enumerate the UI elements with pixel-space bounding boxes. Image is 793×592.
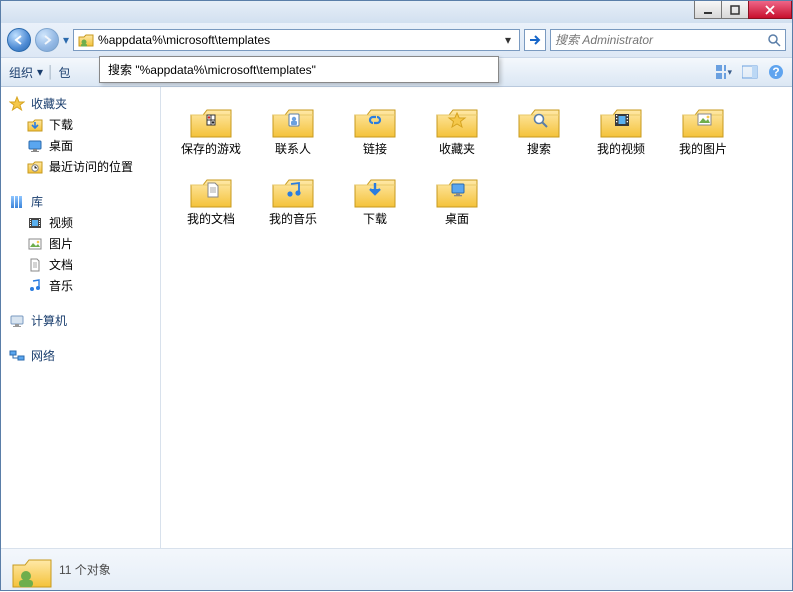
- include-button[interactable]: 包: [59, 64, 71, 81]
- folder-item[interactable]: 我的音乐: [257, 167, 329, 231]
- folder-grid: 保存的游戏 联系人 链接 收藏夹 搜索 我的视频 我的图片我的文档 我的音乐 下载 桌面: [175, 97, 778, 231]
- chevron-down-icon: ▾: [37, 65, 43, 79]
- sidebar: 收藏夹 下载 桌面 最近访问的位置 库: [1, 87, 161, 548]
- sidebar-item-downloads[interactable]: 下载: [1, 114, 160, 135]
- folder-label: 我的文档: [187, 213, 235, 227]
- folder-icon: [433, 101, 481, 141]
- folder-label: 链接: [363, 143, 387, 157]
- sidebar-head-libraries[interactable]: 库: [1, 191, 160, 212]
- help-button[interactable]: ?: [768, 64, 784, 80]
- organize-button[interactable]: 组织 ▾: [9, 64, 43, 81]
- search-icon: [767, 33, 781, 47]
- folder-icon: [433, 171, 481, 211]
- folder-item[interactable]: 桌面: [421, 167, 493, 231]
- computer-icon: [9, 313, 25, 329]
- address-bar[interactable]: ▾: [73, 29, 520, 51]
- network-icon: [9, 348, 25, 364]
- folder-icon: [187, 171, 235, 211]
- status-count: 11 个对象: [59, 561, 111, 578]
- sidebar-item-videos[interactable]: 视频: [1, 212, 160, 233]
- sidebar-item-music[interactable]: 音乐: [1, 275, 160, 296]
- sidebar-group-favorites: 收藏夹 下载 桌面 最近访问的位置: [1, 93, 160, 177]
- maximize-button[interactable]: [721, 1, 749, 19]
- body: 收藏夹 下载 桌面 最近访问的位置 库: [1, 87, 792, 548]
- folder-item[interactable]: 链接: [339, 97, 411, 161]
- status-bar: 11 个对象: [1, 548, 792, 590]
- sidebar-head-favorites[interactable]: 收藏夹: [1, 93, 160, 114]
- search-box[interactable]: [550, 29, 786, 51]
- svg-text:?: ?: [772, 65, 779, 79]
- music-icon: [27, 278, 43, 294]
- folder-item[interactable]: 搜索: [503, 97, 575, 161]
- folder-item[interactable]: 我的视频: [585, 97, 657, 161]
- sidebar-item-recent[interactable]: 最近访问的位置: [1, 156, 160, 177]
- nav-dropdown-icon[interactable]: ▾: [63, 33, 69, 47]
- address-dropdown-icon[interactable]: ▾: [501, 33, 515, 47]
- video-icon: [27, 215, 43, 231]
- search-input[interactable]: [555, 33, 767, 47]
- content-area: 保存的游戏 联系人 链接 收藏夹 搜索 我的视频 我的图片我的文档 我的音乐 下载 桌面: [161, 87, 792, 548]
- sidebar-head-computer[interactable]: 计算机: [1, 310, 160, 331]
- folder-label: 搜索: [527, 143, 551, 157]
- folder-item[interactable]: 收藏夹: [421, 97, 493, 161]
- download-icon: [27, 117, 43, 133]
- titlebar: [1, 1, 792, 23]
- folder-label: 桌面: [445, 213, 469, 227]
- folder-label: 我的视频: [597, 143, 645, 157]
- sidebar-item-pictures[interactable]: 图片: [1, 233, 160, 254]
- sidebar-head-network[interactable]: 网络: [1, 345, 160, 366]
- folder-label: 收藏夹: [439, 143, 475, 157]
- sidebar-group-computer: 计算机: [1, 310, 160, 331]
- folder-icon: [187, 101, 235, 141]
- folder-item[interactable]: 我的图片: [667, 97, 739, 161]
- sidebar-group-network: 网络: [1, 345, 160, 366]
- user-folder-icon: [78, 32, 94, 48]
- folder-label: 我的音乐: [269, 213, 317, 227]
- library-icon: [9, 194, 25, 210]
- go-button[interactable]: [524, 29, 546, 51]
- folder-icon: [515, 101, 563, 141]
- folder-item[interactable]: 我的文档: [175, 167, 247, 231]
- star-icon: [9, 96, 25, 112]
- folder-icon: [351, 101, 399, 141]
- folder-label: 下载: [363, 213, 387, 227]
- forward-button[interactable]: [35, 28, 59, 52]
- folder-label: 我的图片: [679, 143, 727, 157]
- folder-item[interactable]: 联系人: [257, 97, 329, 161]
- preview-pane-button[interactable]: [742, 64, 758, 80]
- folder-icon: [351, 171, 399, 211]
- folder-icon: [679, 101, 727, 141]
- folder-item[interactable]: 保存的游戏: [175, 97, 247, 161]
- address-suggestion-dropdown: 搜索 "%appdata%\microsoft\templates": [99, 56, 499, 83]
- folder-label: 保存的游戏: [181, 143, 241, 157]
- address-input[interactable]: [98, 33, 501, 47]
- document-icon: [27, 257, 43, 273]
- sidebar-item-desktop[interactable]: 桌面: [1, 135, 160, 156]
- folder-icon: [269, 171, 317, 211]
- explorer-window: ▾ ▾ 搜索 "%appdata%\microsoft\templates" 组…: [0, 0, 793, 591]
- folder-icon: [597, 101, 645, 141]
- sidebar-group-libraries: 库 视频 图片 文档 音乐: [1, 191, 160, 296]
- picture-icon: [27, 236, 43, 252]
- folder-label: 联系人: [275, 143, 311, 157]
- back-button[interactable]: [7, 28, 31, 52]
- sidebar-item-documents[interactable]: 文档: [1, 254, 160, 275]
- nav-row: ▾ ▾: [1, 23, 792, 57]
- folder-icon: [269, 101, 317, 141]
- folder-item[interactable]: 下载: [339, 167, 411, 231]
- recent-icon: [27, 159, 43, 175]
- close-button[interactable]: [748, 1, 792, 19]
- desktop-icon: [27, 138, 43, 154]
- minimize-button[interactable]: [694, 1, 722, 19]
- suggestion-item[interactable]: 搜索 "%appdata%\microsoft\templates": [100, 57, 498, 82]
- user-folder-icon: [11, 553, 49, 587]
- view-options-button[interactable]: ▾: [716, 64, 732, 80]
